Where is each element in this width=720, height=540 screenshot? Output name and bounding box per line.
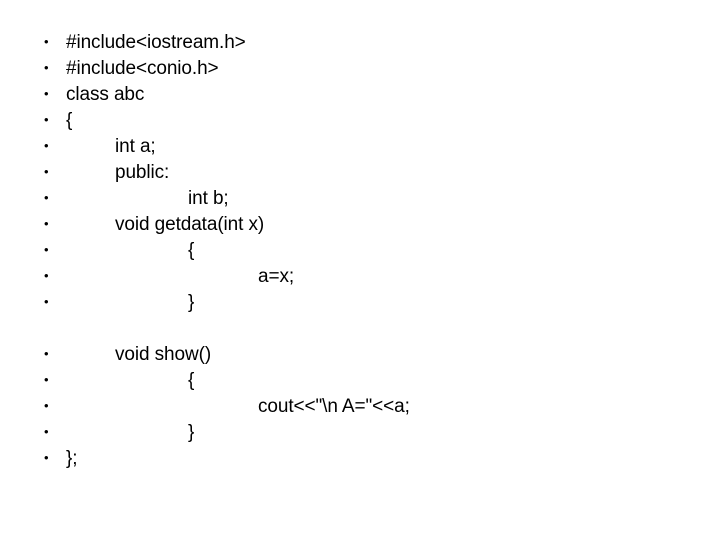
code-line: •} [0,420,720,446]
code-line: •{ [0,238,720,264]
code-line: • #include<iostream.h> [0,30,720,56]
code-line-text: #include<iostream.h> [66,32,246,53]
bullet-icon: • [44,86,49,101]
code-line: • a=x; [0,264,720,290]
bullet-icon: • [44,398,49,413]
code-bullet-list: • #include<iostream.h> • #include<conio.h> •… [0,30,720,472]
bullet-icon: • [44,346,49,361]
code-line-text: { [188,240,195,261]
code-line: • cout<<"\n A="<<a; [0,394,720,420]
bullet-icon: • [44,268,49,283]
code-line-text: }; [66,448,78,469]
bullet-icon: • [44,190,49,205]
code-line: • class abc [0,82,720,108]
bullet-icon: • [44,424,49,439]
bullet-icon: • [44,294,49,309]
code-line-text: a=x; [258,266,295,287]
code-block: • void show() •{• cout<<"\n A="<<a; •} •}; [0,342,720,472]
code-line-text: } [188,422,195,443]
code-line: •{ [0,368,720,394]
bullet-icon: • [44,242,49,257]
code-line-text: class abc [66,84,145,105]
bullet-icon: • [44,372,49,387]
code-line: • void show() [0,342,720,368]
code-line-text: int b; [188,188,229,209]
bullet-icon: • [44,216,49,231]
code-line: • int b; [0,186,720,212]
code-line: •}; [0,446,720,472]
code-line: • void getdata(int x) [0,212,720,238]
code-line-text: { [66,110,73,131]
code-line-text: } [188,292,195,313]
code-line: •{ [0,108,720,134]
bullet-icon: • [44,450,49,465]
bullet-icon: • [44,60,49,75]
bullet-icon: • [44,138,49,153]
bullet-icon: • [44,112,49,127]
code-line-text: #include<conio.h> [66,58,219,79]
code-line-text: { [188,370,195,391]
bullet-icon: • [44,34,49,49]
code-line-text: cout<<"\n A="<<a; [258,396,410,417]
code-line-text: public: [115,162,170,183]
code-line-text: void getdata(int x) [115,214,265,235]
code-line: •} [0,290,720,316]
code-line: • #include<conio.h> [0,56,720,82]
code-line: • public: [0,160,720,186]
code-line-text: int a; [115,136,156,157]
code-block: • #include<iostream.h> • #include<conio.h> •… [0,30,720,316]
code-line-text: void show() [115,344,212,365]
code-line: • int a; [0,134,720,160]
slide-canvas: • #include<iostream.h> • #include<conio.h> •… [0,0,720,540]
bullet-icon: • [44,164,49,179]
